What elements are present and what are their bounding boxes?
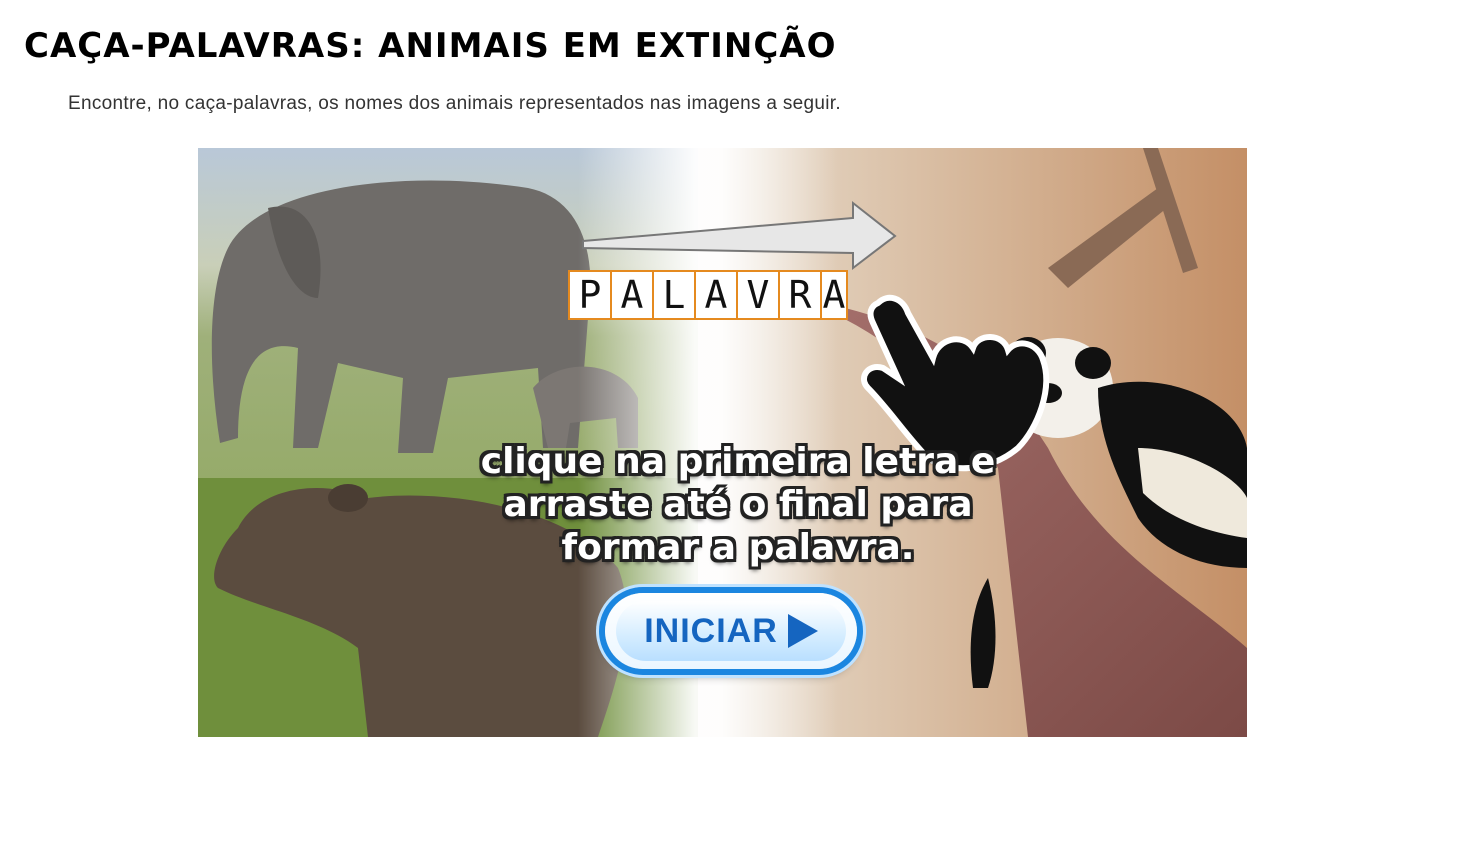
start-button-label: INICIAR (644, 611, 778, 650)
letter-cell: A (612, 272, 654, 318)
page-title: CAÇA-PALAVRAS: ANIMAIS EM EXTINÇÃO (24, 26, 837, 66)
instruction-hint: clique na primeira letra e arraste até o… (438, 440, 1038, 569)
letter-cell: P (570, 272, 612, 318)
start-button[interactable]: INICIAR (605, 593, 857, 669)
hint-line: clique na primeira letra e (480, 441, 996, 482)
letter-cell: A (822, 272, 846, 318)
play-icon (787, 614, 818, 648)
hint-line: formar a palavra. (561, 527, 915, 568)
letter-cell: R (780, 272, 822, 318)
letter-cell: L (654, 272, 696, 318)
instructions-text: Encontre, no caça-palavras, os nomes dos… (68, 93, 841, 114)
word-search-game-intro[interactable]: P A L A V R A clique na primeira letra e… (198, 148, 1247, 737)
letter-cell: V (738, 272, 780, 318)
start-button-face: INICIAR (616, 601, 846, 661)
hint-line: arraste até o final para (503, 484, 973, 525)
word-example-strip: P A L A V R A (568, 270, 848, 320)
letter-cell: A (696, 272, 738, 318)
